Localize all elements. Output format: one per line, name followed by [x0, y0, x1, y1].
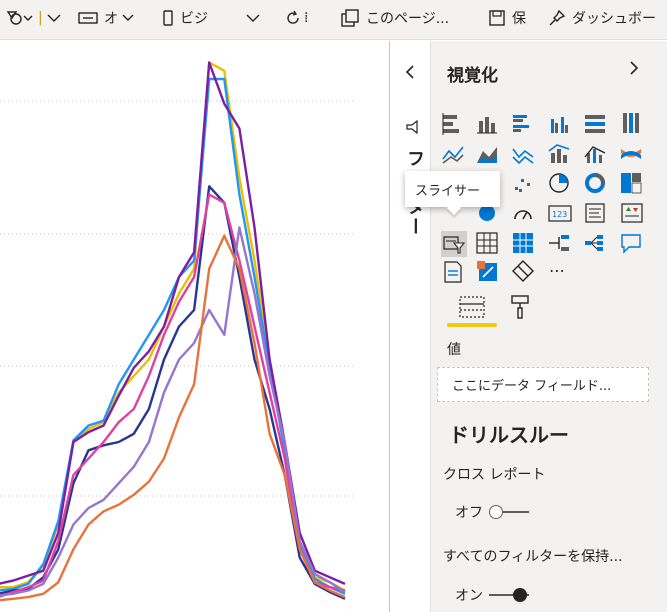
slicer-icon: [441, 231, 467, 257]
scatter-chart-icon: [515, 179, 530, 192]
chevron-right-icon: [630, 61, 639, 75]
dropdown-chevron[interactable]: |: [38, 0, 61, 36]
keep-filters-value: オン: [455, 588, 483, 604]
multi-row-card-icon: [585, 203, 605, 223]
visualizations-pane: 視覚化 123 ⋯ 値 ここにデータ フィールド... ドリルスルー クロス レ…: [430, 41, 667, 612]
toggle-off[interactable]: [489, 505, 529, 519]
shapes-icon: [6, 11, 33, 25]
save-button[interactable]: 保: [488, 0, 526, 36]
stacked-column-icon: [477, 117, 497, 134]
format-tab[interactable]: [510, 294, 532, 324]
smart-narrative-icon: [444, 261, 462, 283]
ribbon-toolbar: | オ ビジ ⁞ このページ... 保 ダッシュボー: [0, 0, 667, 40]
kpi-icon: [621, 203, 643, 223]
power-apps-icon: [512, 260, 534, 282]
values-field-well[interactable]: ここにデータ フィールド...: [437, 367, 649, 402]
keep-filters-label: すべてのフィルターを保持...: [443, 549, 623, 565]
100-column-icon: [623, 113, 639, 133]
buttons-label: オ: [104, 11, 118, 27]
filters-pane-collapsed[interactable]: フィ ター: [390, 41, 430, 612]
paginated-report-icon: [477, 261, 497, 281]
chevron-down-icon: [47, 14, 61, 22]
clustered-bar-icon: [513, 115, 529, 132]
100-bar-icon: [585, 115, 605, 133]
duplicate-page-button[interactable]: このページ...: [340, 0, 449, 36]
gauge-icon: [514, 210, 532, 220]
megaphone-icon: [406, 119, 418, 135]
refresh-icon: [287, 10, 299, 24]
values-label: 値: [447, 342, 461, 358]
buttons-button[interactable]: オ: [78, 0, 134, 36]
mobile-dropdown[interactable]: [246, 0, 260, 36]
mobile-view-button[interactable]: ビジ: [162, 0, 208, 36]
area-chart-icon: [477, 147, 497, 163]
stacked-bar-icon: [442, 113, 459, 135]
phone-icon: [163, 10, 173, 26]
treemap-icon: [621, 173, 642, 194]
matrix-icon: [513, 233, 533, 253]
pie-chart-icon: [549, 173, 569, 193]
donut-chart-icon: [585, 173, 605, 193]
key-influencers-icon: [549, 235, 569, 251]
chevron-left-icon: [405, 65, 414, 79]
cross-report-value: オフ: [455, 505, 483, 521]
card-icon: 123: [548, 205, 572, 222]
table-icon: [476, 232, 498, 254]
line-column-icon: [548, 144, 570, 163]
button-icon: [78, 12, 98, 24]
more-visuals-button[interactable]: ⋯: [549, 261, 566, 280]
line-chart-icon: [442, 146, 464, 164]
clustered-column-icon: [551, 117, 568, 133]
active-tab-underline: [447, 323, 497, 327]
paint-roller-icon: [511, 295, 529, 319]
fields-tab[interactable]: [459, 296, 485, 322]
duplicate-page-icon: [341, 9, 359, 27]
map-icon: [479, 205, 495, 221]
pin-dashboard-label: ダッシュボー: [572, 11, 656, 27]
line-chart[interactable]: [0, 41, 389, 612]
shapes-button[interactable]: [4, 0, 38, 36]
visualizations-title: 視覚化: [447, 66, 498, 86]
duplicate-page-label: このページ...: [366, 11, 450, 27]
slicer-tooltip: スライサー: [405, 171, 500, 207]
keep-filters-toggle[interactable]: オン: [455, 585, 529, 605]
report-canvas[interactable]: [0, 41, 389, 612]
cross-report-label: クロス レポート: [443, 467, 546, 483]
pin-icon: [549, 9, 566, 26]
ribbon-chart-icon: [621, 149, 641, 159]
drill-through-title: ドリルスルー: [449, 423, 569, 447]
chevron-down-icon: [122, 14, 134, 21]
save-icon: [489, 10, 505, 26]
stacked-area-icon: [512, 148, 534, 165]
save-label: 保: [512, 11, 526, 27]
decomposition-tree-icon: [585, 235, 603, 251]
svg-text:123: 123: [552, 210, 567, 219]
toggle-on[interactable]: [489, 588, 529, 602]
cross-report-toggle[interactable]: オフ: [455, 502, 529, 522]
fields-icon: [459, 296, 485, 318]
line-clustered-column-icon: [584, 146, 606, 163]
pin-dashboard-button[interactable]: ダッシュボー: [548, 0, 656, 36]
refresh-button[interactable]: ⁞: [284, 0, 308, 36]
mobile-view-label: ビジ: [180, 11, 208, 27]
chevron-down-icon: [246, 14, 260, 22]
expand-chevron[interactable]: [628, 59, 640, 82]
qna-icon: [621, 234, 641, 254]
